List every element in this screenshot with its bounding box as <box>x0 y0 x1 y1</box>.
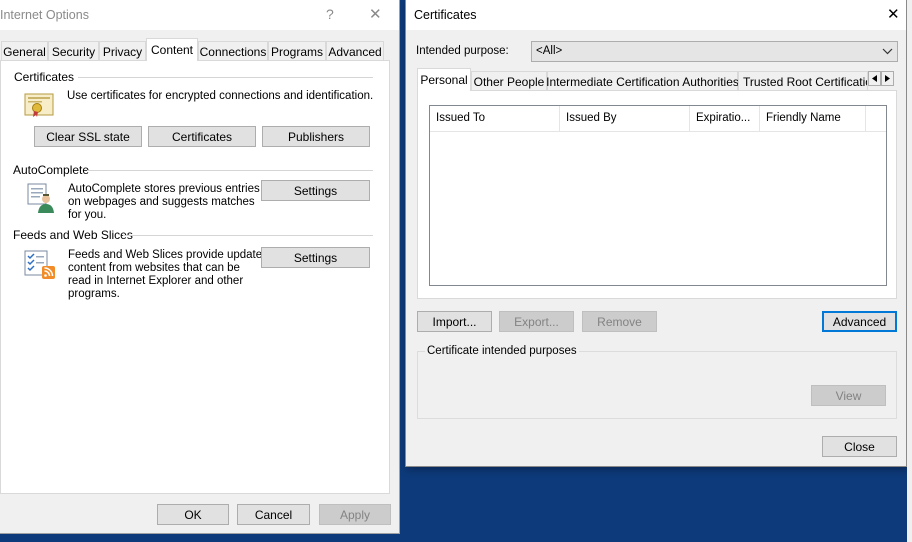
tab-connections[interactable]: Connections <box>198 41 268 61</box>
advanced-button[interactable]: Advanced <box>822 311 897 332</box>
tab-label: Other People <box>473 74 545 89</box>
tab-label: Personal <box>420 73 468 87</box>
chevron-down-icon <box>882 45 893 60</box>
tab-strip: General Security Privacy Content Connect… <box>0 38 399 61</box>
certificates-description: Use certificates for encrypted connectio… <box>67 90 374 102</box>
close-icon[interactable]: ✕ <box>887 5 900 23</box>
tab-label: Intermediate Certification Authorities <box>546 74 739 89</box>
tab-security[interactable]: Security <box>48 41 99 61</box>
tab-label: Security <box>51 44 96 59</box>
internet-options-titlebar: Internet Options ? ✕ <box>0 0 399 30</box>
desktop-background <box>907 0 912 542</box>
tab-privacy[interactable]: Privacy <box>99 41 146 61</box>
clear-ssl-state-button[interactable]: Clear SSL state <box>34 126 142 147</box>
autocomplete-description-line1: AutoComplete stores previous entries <box>68 183 260 195</box>
column-header-expiration[interactable]: Expiratio... <box>690 106 760 131</box>
certificates-titlebar: Certificates ✕ <box>406 0 906 30</box>
close-button[interactable]: Close <box>822 436 897 457</box>
cert-tab-strip: Personal Other People Intermediate Certi… <box>417 68 897 91</box>
column-header-friendly-name[interactable]: Friendly Name <box>760 106 866 131</box>
certificates-dialog: Certificates ✕ Intended purpose: <All> P… <box>405 0 907 467</box>
remove-button[interactable]: Remove <box>582 311 657 332</box>
internet-options-title: Internet Options <box>0 8 89 22</box>
tab-general[interactable]: General <box>1 41 48 61</box>
tab-label: Trusted Root Certification <box>743 74 868 89</box>
tab-other-people[interactable]: Other People <box>471 71 547 91</box>
publishers-button[interactable]: Publishers <box>262 126 370 147</box>
divider <box>123 235 373 236</box>
tab-scroll-left-button[interactable] <box>868 71 881 86</box>
view-button[interactable]: View <box>811 385 886 406</box>
column-header-issued-to[interactable]: Issued To <box>430 106 560 131</box>
triangle-left-icon <box>872 75 877 82</box>
certificates-dialog-title: Certificates <box>414 8 477 22</box>
feeds-icon <box>23 249 57 281</box>
feeds-description-line1: Feeds and Web Slices provide updated <box>68 249 269 261</box>
autocomplete-heading: AutoComplete <box>13 163 90 177</box>
close-icon[interactable]: ✕ <box>369 5 382 23</box>
tab-label: Advanced <box>328 44 382 59</box>
tab-label: Connections <box>199 44 267 59</box>
tab-scroll-right-button[interactable] <box>881 71 894 86</box>
column-label: Friendly Name <box>766 112 841 124</box>
triangle-right-icon <box>885 75 890 82</box>
list-header: Issued To Issued By Expiratio... Friendl… <box>430 106 886 132</box>
column-label: Issued By <box>566 112 617 124</box>
tab-programs[interactable]: Programs <box>268 41 326 61</box>
intended-purpose-value: <All> <box>536 45 563 57</box>
tab-trusted-root[interactable]: Trusted Root Certification <box>738 71 868 91</box>
import-button[interactable]: Import... <box>417 311 492 332</box>
tab-label: Content <box>150 43 194 57</box>
feeds-description-line4: programs. <box>68 288 120 300</box>
tab-label: Programs <box>270 44 323 59</box>
autocomplete-description-line3: for you. <box>68 209 107 221</box>
certificates-heading: Certificates <box>14 70 75 84</box>
autocomplete-description-line2: on webpages and suggests matches <box>68 196 255 208</box>
intended-purposes-heading: Certificate intended purposes <box>425 345 579 358</box>
certificate-icon <box>23 91 55 119</box>
content-panel: Certificates Use certificates for encryp… <box>0 60 390 494</box>
apply-button[interactable]: Apply <box>319 504 391 525</box>
intended-purposes-group: Certificate intended purposes View <box>417 345 897 419</box>
cancel-button[interactable]: Cancel <box>237 504 310 525</box>
tab-personal[interactable]: Personal <box>417 68 471 91</box>
autocomplete-settings-button[interactable]: Settings <box>261 180 370 201</box>
tab-label: Privacy <box>102 44 143 59</box>
column-label: Expiratio... <box>696 112 751 124</box>
autocomplete-icon <box>25 182 57 214</box>
tab-intermediate-ca[interactable]: Intermediate Certification Authorities <box>546 71 739 91</box>
column-label: Issued To <box>436 112 486 124</box>
intended-purpose-select[interactable]: <All> <box>531 41 898 62</box>
tab-content[interactable]: Content <box>146 38 198 61</box>
certificate-list[interactable]: Issued To Issued By Expiratio... Friendl… <box>429 105 887 286</box>
feeds-heading: Feeds and Web Slices <box>13 228 133 242</box>
export-button[interactable]: Export... <box>499 311 574 332</box>
divider <box>78 77 373 78</box>
divider <box>87 170 373 171</box>
feeds-description-line3: read in Internet Explorer and other <box>68 275 244 287</box>
tab-advanced[interactable]: Advanced <box>326 41 384 61</box>
certificates-button[interactable]: Certificates <box>148 126 256 147</box>
feeds-description-line2: content from websites that can be <box>68 262 240 274</box>
internet-options-window: Internet Options ? ✕ General Security Pr… <box>0 0 400 534</box>
intended-purpose-label: Intended purpose: <box>416 45 509 57</box>
help-icon[interactable]: ? <box>326 6 334 22</box>
tab-label: General <box>3 44 46 59</box>
ok-button[interactable]: OK <box>157 504 229 525</box>
personal-tab-page: Issued To Issued By Expiratio... Friendl… <box>417 90 897 299</box>
column-header-issued-by[interactable]: Issued By <box>560 106 690 131</box>
feeds-settings-button[interactable]: Settings <box>261 247 370 268</box>
